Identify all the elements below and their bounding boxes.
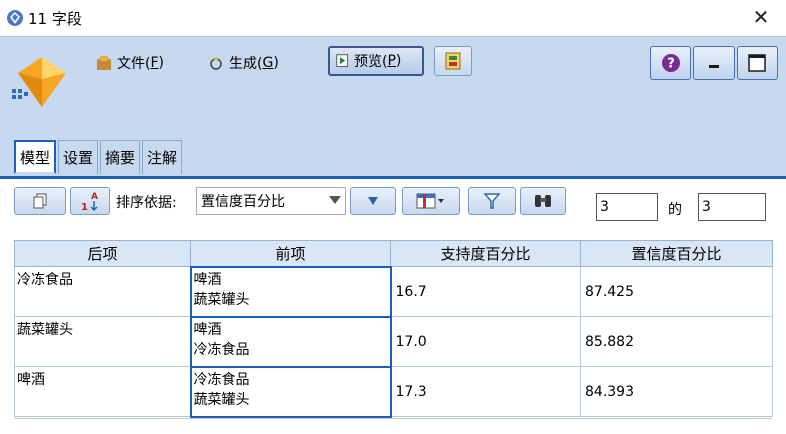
generate-icon	[210, 56, 222, 70]
consequent-text: 冷冻食品	[17, 272, 73, 288]
antecedent-cell[interactable]: 冷冻食品 蔬菜罐头	[189, 365, 392, 418]
window-title: 11 字段	[28, 10, 82, 28]
confidence-cell[interactable]: 85.882	[580, 316, 773, 367]
svg-text:?: ?	[667, 57, 675, 72]
help-button[interactable]: ?	[650, 46, 692, 80]
table-row[interactable]: 冷冻食品 啤酒 蔬菜罐头 16.7 87.425	[14, 265, 773, 318]
confidence-cell[interactable]: 84.393	[580, 366, 773, 417]
tab-model[interactable]: 模型	[14, 140, 57, 174]
antecedent-item: 冷冻食品	[193, 371, 250, 388]
preview-button[interactable]: 预览(P)	[328, 46, 424, 76]
column-header-consequent[interactable]: 后项	[14, 240, 191, 267]
support-cell[interactable]: 16.7	[390, 266, 581, 317]
minimize-icon	[708, 65, 719, 68]
support-cell[interactable]: 17.0	[390, 316, 581, 367]
antecedent-item: 啤酒	[193, 321, 222, 338]
maximize-icon	[748, 54, 767, 72]
app-icon	[7, 10, 23, 26]
preview-key: P	[387, 53, 396, 69]
filter-icon	[483, 193, 501, 209]
table-footer	[14, 418, 772, 434]
title-bar: 11 字段 ✕	[0, 0, 786, 36]
antecedent-item: 啤酒	[193, 271, 222, 288]
svg-text:A: A	[91, 192, 98, 202]
sort-by-label: 排序依据:	[116, 195, 177, 211]
rules-toolbar: A 1 排序依据: 置信度百分比 3 的 3	[0, 176, 786, 230]
antecedent-cell[interactable]: 啤酒 蔬菜罐头	[189, 265, 392, 318]
page-total-input[interactable]: 3	[698, 193, 766, 221]
find-button[interactable]	[520, 187, 566, 215]
model-nugget-icon	[12, 57, 66, 107]
minimize-button[interactable]	[693, 46, 735, 80]
binoculars-icon	[535, 195, 551, 207]
filter-button[interactable]	[468, 187, 516, 215]
export-icon	[445, 52, 461, 70]
file-menu-key: F	[150, 55, 159, 71]
copy-button[interactable]	[14, 187, 66, 215]
column-header-support[interactable]: 支持度百分比	[390, 240, 581, 267]
help-icon: ?	[661, 54, 680, 72]
close-button[interactable]: ✕	[750, 6, 772, 28]
sort-az-icon: A 1	[81, 192, 98, 212]
tab-strip: 模型 设置 摘要 注解	[14, 134, 184, 174]
confidence-cell[interactable]: 87.425	[580, 266, 773, 317]
generate-menu-close: )	[273, 55, 279, 71]
antecedent-cell[interactable]: 啤酒 冷冻食品	[189, 315, 392, 368]
columns-button[interactable]	[402, 187, 460, 215]
chevron-down-icon	[329, 196, 341, 204]
triangle-down-icon	[368, 197, 378, 205]
support-cell[interactable]: 17.3	[390, 366, 581, 417]
column-header-confidence[interactable]: 置信度百分比	[580, 240, 773, 267]
file-menu-label: 文件(	[117, 56, 151, 72]
tab-settings[interactable]: 设置	[58, 140, 99, 174]
page-of-label: 的	[668, 202, 682, 218]
preview-close: )	[395, 53, 402, 69]
antecedent-item: 冷冻食品	[193, 341, 250, 358]
tab-summary[interactable]: 摘要	[100, 140, 141, 174]
sort-by-value: 置信度百分比	[201, 194, 285, 210]
generate-menu[interactable]: 生成(G)	[200, 48, 320, 78]
maximize-button[interactable]	[736, 46, 778, 80]
page-current-input[interactable]: 3	[596, 193, 658, 221]
table-columns-icon	[416, 193, 444, 209]
tab-annotations[interactable]: 注解	[142, 140, 183, 174]
table-header-row: 后项 前项 支持度百分比 置信度百分比	[14, 240, 773, 267]
consequent-text: 蔬菜罐头	[17, 322, 73, 338]
copy-icon	[33, 193, 47, 209]
file-menu-close: )	[158, 55, 164, 71]
preview-icon	[336, 54, 349, 67]
file-icon	[97, 56, 111, 70]
column-header-antecedent[interactable]: 前项	[190, 240, 391, 267]
preview-label: 预览(	[354, 54, 388, 70]
table-row[interactable]: 啤酒 冷冻食品 蔬菜罐头 17.3 84.393	[14, 365, 773, 418]
export-button[interactable]	[434, 46, 472, 76]
generate-menu-label: 生成(	[229, 56, 263, 72]
sort-direction-button[interactable]	[350, 187, 396, 215]
consequent-cell[interactable]: 蔬菜罐头	[14, 316, 191, 367]
svg-text:1: 1	[81, 202, 88, 212]
consequent-text: 啤酒	[17, 372, 45, 388]
consequent-cell[interactable]: 啤酒	[14, 366, 191, 417]
table-row[interactable]: 蔬菜罐头 啤酒 冷冻食品 17.0 85.882	[14, 315, 773, 368]
window-controls: ?	[650, 46, 778, 80]
file-menu[interactable]: 文件(F)	[88, 48, 204, 78]
antecedent-item: 蔬菜罐头	[193, 291, 250, 308]
sort-order-button[interactable]: A 1	[70, 187, 110, 215]
antecedent-item: 蔬菜罐头	[193, 391, 250, 408]
rules-table: 后项 前项 支持度百分比 置信度百分比 冷冻食品 啤酒 蔬菜罐头 16.7 87…	[14, 240, 773, 418]
consequent-cell[interactable]: 冷冻食品	[14, 266, 191, 317]
sort-by-select[interactable]: 置信度百分比	[196, 187, 346, 215]
generate-menu-key: G	[262, 55, 274, 71]
